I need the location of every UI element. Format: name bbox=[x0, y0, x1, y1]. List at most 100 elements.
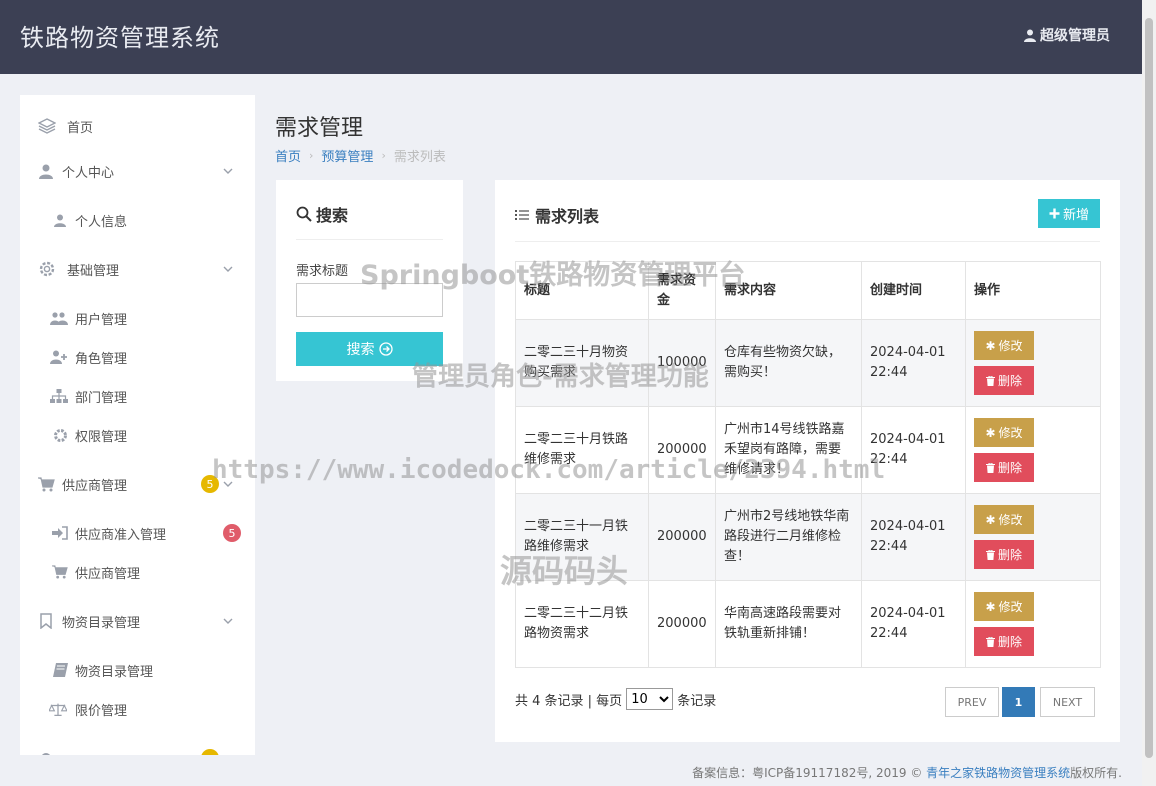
cell-amount: 200000 bbox=[648, 493, 716, 581]
sidebar-item-label: 用户管理 bbox=[75, 312, 128, 328]
cell-content: 仓库有些物资欠缺，需购买！ bbox=[715, 319, 862, 407]
cell-actions: ✱ 修改 删除 bbox=[965, 319, 1101, 407]
sidebar-item-roles[interactable]: 角色管理 bbox=[20, 342, 255, 372]
page-size-select[interactable]: 10 bbox=[626, 688, 674, 710]
trash-icon bbox=[985, 549, 995, 560]
breadcrumb-home[interactable]: 首页 bbox=[275, 146, 301, 165]
cell-created: 2024-04-01 22:44 bbox=[861, 580, 966, 668]
table-header-row: 标题 需求资金 需求内容 创建时间 操作 bbox=[515, 261, 1101, 320]
title-field-label: 需求标题 bbox=[296, 264, 349, 279]
sidebar-item-label: 个人中心 bbox=[62, 165, 115, 181]
scrollbar[interactable] bbox=[1142, 0, 1156, 786]
search-panel-title: 搜索 bbox=[296, 202, 348, 226]
edit-button[interactable]: ✱ 修改 bbox=[974, 331, 1034, 360]
add-button[interactable]: 新增 bbox=[1038, 199, 1100, 228]
edit-button[interactable]: ✱ 修改 bbox=[974, 592, 1034, 621]
next-page-button[interactable]: NEXT bbox=[1040, 687, 1095, 717]
sidebar-item-label: 部门管理 bbox=[75, 390, 128, 406]
column-header-created[interactable]: 创建时间 bbox=[861, 261, 966, 320]
delete-button[interactable]: 删除 bbox=[974, 540, 1034, 569]
sidebar-item-label: 供应商准入管理 bbox=[75, 527, 167, 543]
asterisk-icon: ✱ bbox=[985, 599, 996, 614]
sidebar-item-personal-info[interactable]: 个人信息 bbox=[20, 205, 255, 235]
breadcrumb-section[interactable]: 预算管理 bbox=[321, 146, 373, 165]
search-title-text: 搜索 bbox=[316, 206, 349, 225]
trash-icon bbox=[985, 462, 995, 473]
cell-title: 二零二三十一月铁路维修需求 bbox=[515, 493, 649, 581]
page-1-button[interactable]: 1 bbox=[1002, 687, 1035, 717]
trash-icon bbox=[985, 375, 995, 386]
sidebar-item-home[interactable]: 首页 bbox=[20, 111, 255, 141]
list-icon bbox=[515, 210, 529, 220]
sidebar-item-catalog[interactable]: 物资目录管理 bbox=[20, 655, 255, 685]
user-icon bbox=[51, 211, 69, 229]
list-panel-title: 需求列表 bbox=[515, 203, 599, 227]
title-search-input[interactable] bbox=[296, 283, 443, 317]
footer-suffix: 版权所有. bbox=[1070, 766, 1122, 780]
delete-button[interactable]: 删除 bbox=[974, 366, 1034, 395]
chevron-down-icon bbox=[223, 618, 233, 624]
gear-icon bbox=[37, 749, 55, 755]
column-header-amount[interactable]: 需求资金 bbox=[648, 261, 716, 320]
plus-icon bbox=[1049, 208, 1060, 219]
sidebar-item-users[interactable]: 用户管理 bbox=[20, 303, 255, 333]
gear-icon bbox=[38, 260, 56, 278]
breadcrumb: 首页 › 预算管理 › 需求列表 bbox=[275, 146, 446, 165]
cell-amount: 100000 bbox=[648, 319, 716, 407]
delete-button[interactable]: 删除 bbox=[974, 453, 1034, 482]
user-menu[interactable]: 超级管理员 bbox=[1024, 25, 1110, 45]
asterisk-icon: ✱ bbox=[985, 338, 996, 353]
sidebar-item-supplier-management[interactable]: 供应商管理 5 bbox=[20, 469, 255, 499]
sidebar-item-catalog-management[interactable]: 物资目录管理 bbox=[20, 606, 255, 636]
scrollbar-thumb[interactable] bbox=[1145, 18, 1153, 758]
bookmark-icon bbox=[37, 612, 55, 630]
search-panel: 搜索 需求标题 搜索 bbox=[276, 180, 463, 381]
cell-created: 2024-04-01 22:44 bbox=[861, 319, 966, 407]
prev-page-button[interactable]: PREV bbox=[945, 687, 999, 717]
sidebar-item-basic-management[interactable]: 基础管理 bbox=[20, 254, 255, 284]
sidebar-item-price-limit[interactable]: 限价管理 bbox=[20, 694, 255, 724]
delete-button[interactable]: 删除 bbox=[974, 627, 1034, 656]
search-button[interactable]: 搜索 bbox=[296, 332, 443, 366]
user-icon bbox=[37, 162, 55, 180]
column-header-title[interactable]: 标题 bbox=[515, 261, 649, 320]
sidebar-item-label: 权限管理 bbox=[75, 429, 128, 445]
edit-button-label: 修改 bbox=[998, 426, 1023, 440]
table-row: 二零二三十月铁路维修需求 200000 广州市14号线铁路嘉禾望岗有路障，需要维… bbox=[515, 406, 1101, 494]
delete-button-label: 删除 bbox=[997, 635, 1022, 649]
balance-scale-icon bbox=[49, 700, 67, 718]
user-plus-icon bbox=[50, 348, 68, 366]
edit-button[interactable]: ✱ 修改 bbox=[974, 418, 1034, 447]
footer-owner-link[interactable]: 青年之家铁路物资管理系统 bbox=[926, 766, 1070, 780]
app-title: 铁路物资管理系统 bbox=[20, 24, 220, 52]
list-panel: 需求列表 新增 标题 需求资金 需求内容 创建时间 操作 二零二三十月物资购买需… bbox=[495, 180, 1120, 742]
cell-title: 二零二三十月物资购买需求 bbox=[515, 319, 649, 407]
sidebar-item-label: 供应商管理 bbox=[62, 478, 128, 494]
breadcrumb-separator: › bbox=[309, 149, 314, 162]
sidebar-item-suppliers[interactable]: 供应商管理 bbox=[20, 557, 255, 587]
count-badge: 5 bbox=[223, 524, 241, 542]
table-row: 二零二三十月物资购买需求 100000 仓库有些物资欠缺，需购买！ 2024-0… bbox=[515, 319, 1101, 407]
demand-table: 标题 需求资金 需求内容 创建时间 操作 二零二三十月物资购买需求 100000… bbox=[515, 261, 1101, 668]
top-header: 铁路物资管理系统 超级管理员 bbox=[0, 0, 1156, 74]
table-row: 二零二三十一月铁路维修需求 200000 广州市2号线地铁华南路段进行二月维修检… bbox=[515, 493, 1101, 581]
column-header-content[interactable]: 需求内容 bbox=[715, 261, 862, 320]
sidebar-item-departments[interactable]: 部门管理 bbox=[20, 381, 255, 411]
asterisk-icon: ✱ bbox=[985, 512, 996, 527]
users-icon bbox=[50, 309, 68, 327]
trash-icon bbox=[985, 636, 995, 647]
sidebar-item-permissions[interactable]: 权限管理 bbox=[20, 420, 255, 450]
asterisk-icon: ✱ bbox=[985, 425, 996, 440]
sidebar-item-personal-center[interactable]: 个人中心 bbox=[20, 156, 255, 186]
delete-button-label: 删除 bbox=[997, 461, 1022, 475]
user-icon bbox=[1024, 29, 1036, 42]
sidebar-item-supplier-admission[interactable]: 供应商准入管理 5 bbox=[20, 518, 255, 548]
cog-icon bbox=[51, 426, 69, 444]
edit-button-label: 修改 bbox=[998, 513, 1023, 527]
edit-button[interactable]: ✱ 修改 bbox=[974, 505, 1034, 534]
divider bbox=[296, 239, 443, 240]
sidebar-item-more[interactable] bbox=[20, 743, 255, 755]
divider bbox=[515, 241, 1100, 242]
cell-content: 华南高速路段需要对铁轨重新排铺！ bbox=[715, 580, 862, 668]
sidebar-item-label: 首页 bbox=[67, 120, 94, 136]
